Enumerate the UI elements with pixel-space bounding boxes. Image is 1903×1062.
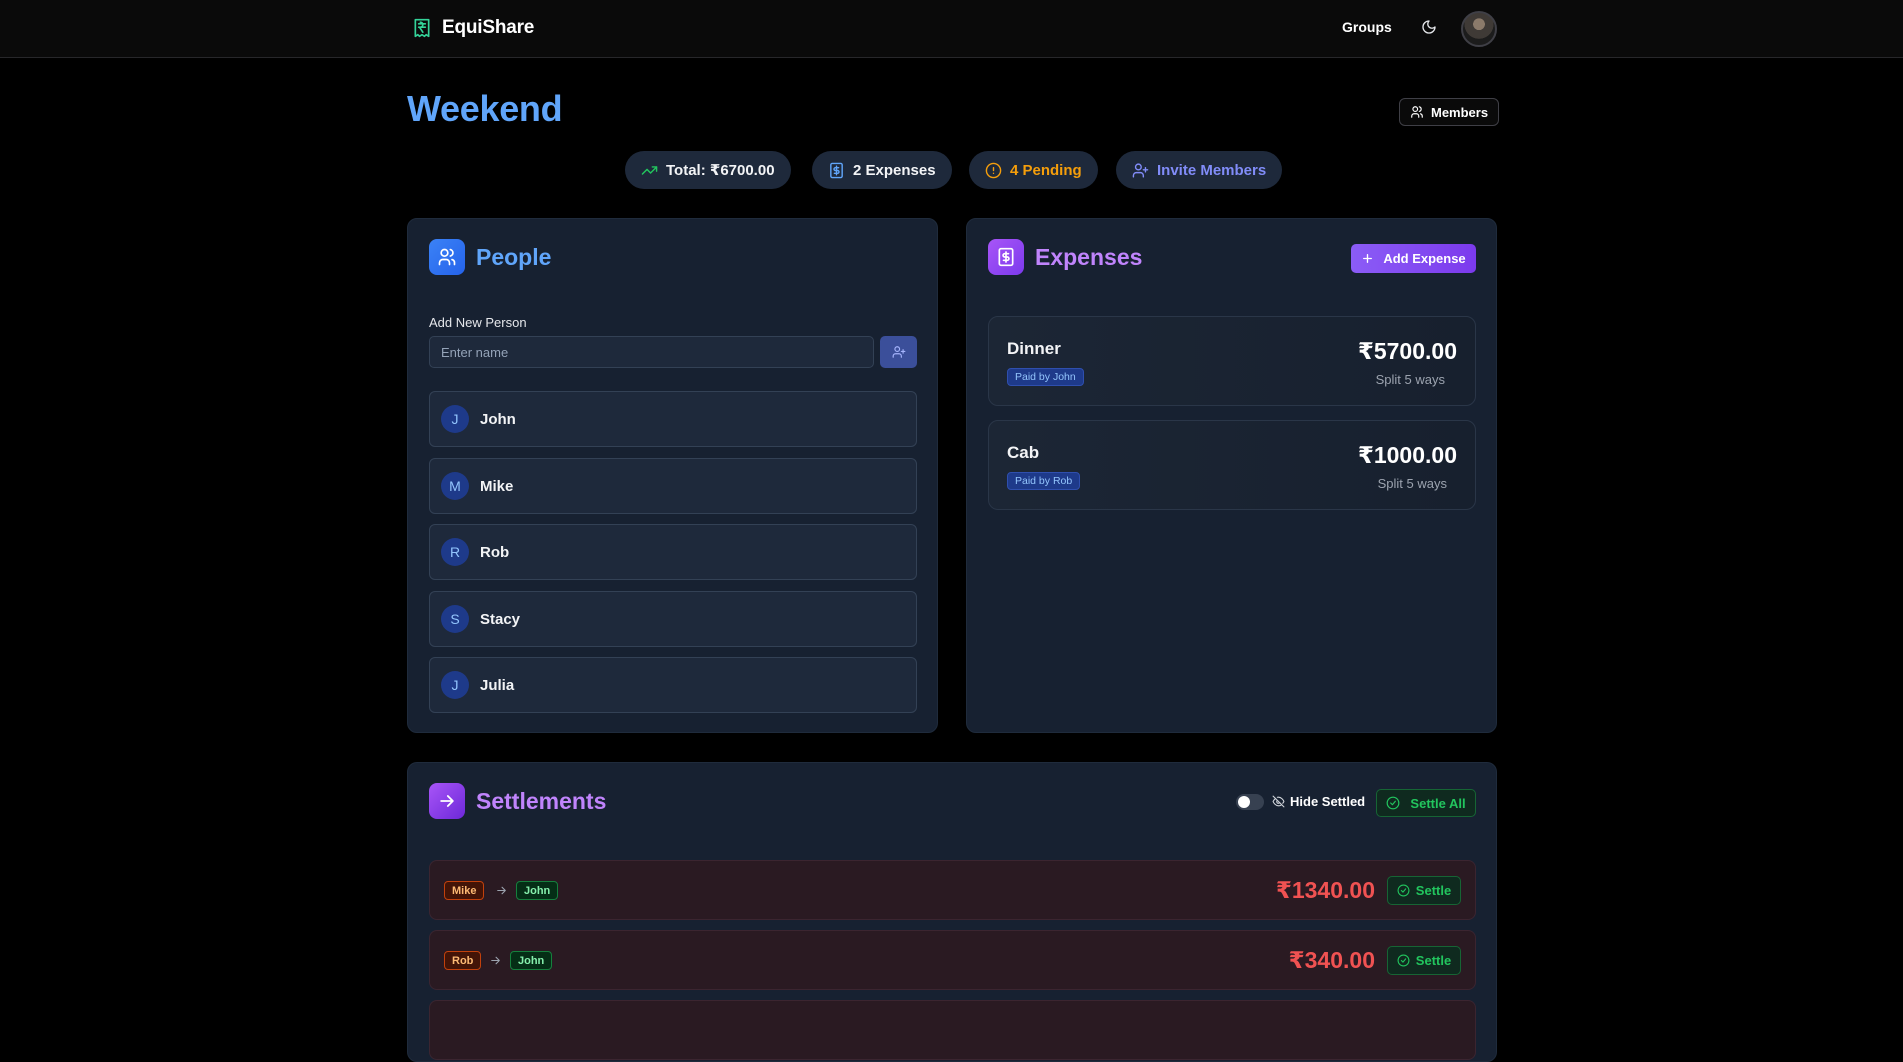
total-stat: Total: ₹6700.00 (625, 151, 791, 189)
settle-button-label: Settle (1415, 883, 1452, 898)
expense-count-stat: 2 Expenses (812, 151, 952, 189)
page-title: Weekend (407, 88, 563, 129)
nav-groups-link[interactable]: Groups (1342, 19, 1392, 35)
people-card-header: People (429, 239, 551, 275)
check-circle-icon (1386, 796, 1400, 810)
members-button-label: Members (1431, 104, 1489, 120)
check-circle-icon (1397, 884, 1410, 897)
settle-all-label: Settle All (1410, 795, 1466, 811)
alert-circle-icon (985, 162, 1002, 179)
user-plus-icon (1132, 162, 1149, 179)
receipt-icon (828, 162, 845, 179)
settlements-card-header: Settlements (429, 783, 606, 819)
users-icon (1410, 105, 1424, 119)
settle-button[interactable]: Settle (1387, 876, 1461, 905)
user-plus-icon (892, 345, 906, 359)
add-person-label: Add New Person (429, 315, 527, 330)
person-item[interactable]: J John (429, 391, 917, 447)
paid-by-badge: Paid by Rob (1007, 472, 1081, 490)
expenses-title: Expenses (1035, 243, 1143, 270)
person-avatar: S (441, 605, 469, 633)
arrow-right-icon (489, 954, 502, 967)
expenses-card: Expenses Add Expense Dinner Paid by John… (966, 218, 1497, 733)
arrow-right-icon (495, 884, 508, 897)
person-avatar: R (441, 538, 469, 566)
expense-item[interactable]: Cab Paid by Rob ₹1000.00 Split 5 ways (988, 420, 1476, 510)
expenses-card-header: Expenses (988, 239, 1142, 275)
user-avatar[interactable] (1461, 11, 1497, 47)
person-item[interactable]: S Stacy (429, 591, 917, 647)
payee-tag: John (516, 881, 559, 900)
app-name: EquiShare (442, 17, 535, 38)
person-name: Stacy (480, 610, 521, 628)
settle-all-button[interactable]: Settle All (1376, 789, 1476, 817)
settlement-row: Mike John ₹1340.00 Settle (429, 860, 1476, 920)
settle-button-label: Settle (1415, 953, 1452, 968)
person-avatar: M (441, 472, 469, 500)
settlement-amount: ₹340.00 (1288, 947, 1375, 973)
settlement-amount: ₹1340.00 (1275, 877, 1375, 903)
pending-stat-label: 4 Pending (1010, 161, 1082, 179)
pending-stat: 4 Pending (969, 151, 1098, 189)
invite-members-label: Invite Members (1157, 161, 1267, 179)
moon-icon[interactable] (1421, 19, 1439, 37)
eye-off-icon (1272, 795, 1285, 808)
person-name: John (480, 410, 516, 428)
person-item[interactable]: J Julia (429, 657, 917, 713)
expense-item[interactable]: Dinner Paid by John ₹5700.00 Split 5 way… (988, 316, 1476, 406)
top-nav: EquiShare Groups (0, 0, 1903, 58)
settlement-row-partial (429, 1000, 1476, 1060)
people-title: People (476, 243, 552, 270)
hide-settled-control[interactable]: Hide Settled (1272, 794, 1365, 809)
expense-name: Dinner (1007, 339, 1061, 358)
members-button[interactable]: Members (1399, 98, 1500, 126)
add-person-button[interactable] (880, 336, 917, 368)
invite-members-button[interactable]: Invite Members (1116, 151, 1283, 189)
expense-split: Split 5 ways (1375, 372, 1445, 387)
settlements-title: Settlements (476, 787, 607, 814)
paid-by-badge: Paid by John (1007, 368, 1084, 386)
expense-amount: ₹1000.00 (1357, 442, 1457, 468)
expense-split: Split 5 ways (1377, 476, 1447, 491)
add-expense-label: Add Expense (1383, 251, 1466, 266)
settle-button[interactable]: Settle (1387, 946, 1461, 975)
person-name: Rob (480, 543, 510, 561)
person-name: Mike (480, 477, 514, 495)
new-person-input[interactable] (429, 336, 874, 368)
payer-tag: Mike (444, 881, 485, 900)
trending-up-icon (641, 162, 658, 179)
person-name: Julia (480, 676, 515, 694)
person-item[interactable]: R Rob (429, 524, 917, 580)
plus-icon (1361, 252, 1374, 265)
person-avatar: J (441, 405, 469, 433)
total-stat-label: Total: ₹6700.00 (666, 162, 775, 179)
arrow-right-icon (429, 783, 465, 819)
settlement-row: Rob John ₹340.00 Settle (429, 930, 1476, 990)
users-icon (429, 239, 465, 275)
person-avatar: J (441, 671, 469, 699)
payer-tag: Rob (444, 951, 482, 970)
rupee-receipt-icon (412, 18, 432, 38)
expense-name: Cab (1007, 443, 1040, 462)
expense-count-label: 2 Expenses (853, 161, 936, 179)
person-item[interactable]: M Mike (429, 458, 917, 514)
check-circle-icon (1397, 954, 1410, 967)
people-card: People Add New Person J John M Mike R Ro… (407, 218, 938, 733)
settlements-card: Settlements Hide Settled Settle All Mike… (407, 762, 1497, 1062)
expense-amount: ₹5700.00 (1357, 338, 1457, 364)
receipt-icon (988, 239, 1024, 275)
hide-settled-toggle[interactable] (1236, 794, 1264, 810)
add-expense-button[interactable]: Add Expense (1351, 244, 1476, 273)
brand[interactable]: EquiShare (412, 17, 534, 39)
payee-tag: John (510, 951, 553, 970)
hide-settled-label: Hide Settled (1290, 794, 1366, 809)
